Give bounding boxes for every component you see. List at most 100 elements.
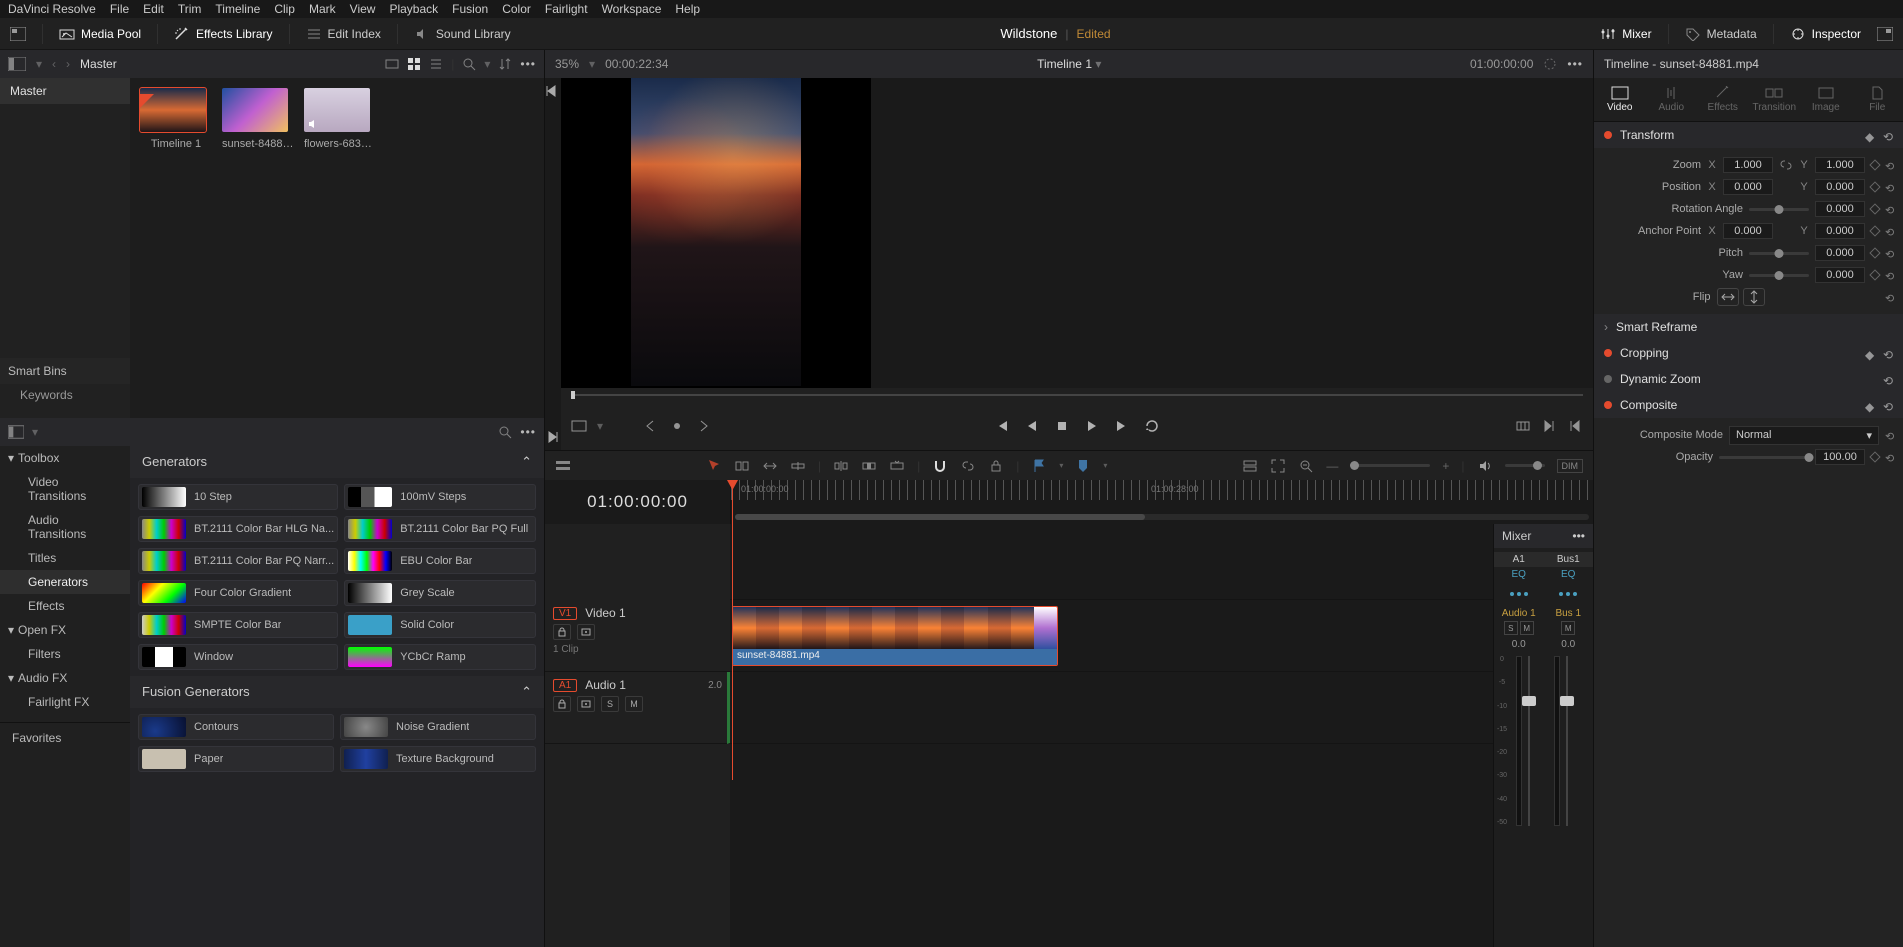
menu-item[interactable]: Help — [675, 2, 700, 16]
prev-clip-icon[interactable] — [1567, 418, 1583, 434]
mark-dot-icon[interactable] — [669, 418, 685, 434]
fx-cat-video-transitions[interactable]: Video Transitions — [0, 470, 130, 508]
fx-item[interactable]: BT.2111 Color Bar PQ Full — [344, 516, 536, 542]
mixer-button[interactable]: Mixer — [1600, 27, 1651, 41]
fx-item[interactable]: BT.2111 Color Bar PQ Narr... — [138, 548, 338, 574]
opacity-slider[interactable] — [1719, 456, 1809, 459]
fx-item[interactable]: Texture Background — [340, 746, 536, 772]
fx-item[interactable]: Contours — [138, 714, 334, 740]
tab-file[interactable]: File — [1852, 78, 1903, 121]
tab-video[interactable]: Video — [1594, 78, 1646, 121]
timeline-options-icon[interactable] — [555, 458, 571, 474]
video-lane[interactable]: sunset-84881.mp4 — [730, 600, 1493, 672]
viewer-scrubber[interactable] — [561, 388, 1593, 402]
nav-back-icon[interactable]: ‹ — [52, 57, 56, 71]
fx-cat-filters[interactable]: Filters — [0, 642, 130, 666]
panel-icon[interactable] — [8, 425, 24, 439]
fx-cat-toolbox[interactable]: ▾Toolbox — [0, 446, 130, 470]
fx-favorites[interactable]: Favorites — [0, 722, 130, 750]
selection-tool-icon[interactable] — [706, 458, 722, 474]
view-options-icon[interactable] — [1242, 458, 1258, 474]
menu-item[interactable]: Color — [502, 2, 531, 16]
trim-tool-icon[interactable] — [734, 458, 750, 474]
metadata-button[interactable]: Metadata — [1685, 27, 1757, 41]
pitch-input[interactable]: 0.000 — [1815, 245, 1865, 261]
menu-item[interactable]: File — [110, 2, 129, 16]
menu-item[interactable]: View — [350, 2, 376, 16]
dynamic-trim-icon[interactable] — [762, 458, 778, 474]
keyframe-button[interactable] — [1869, 181, 1880, 192]
yaw-slider[interactable] — [1749, 274, 1809, 277]
app-menubar[interactable]: DaVinci Resolve File Edit Trim Timeline … — [0, 0, 1903, 18]
prev-edit-icon[interactable] — [545, 84, 559, 98]
menu-item[interactable]: Workspace — [602, 2, 662, 16]
volume-icon[interactable] — [1477, 458, 1493, 474]
bypass-icon[interactable] — [1543, 57, 1557, 71]
dim-button[interactable]: DIM — [1557, 459, 1584, 473]
track-badge[interactable]: A1 — [553, 679, 577, 692]
fx-item[interactable]: Noise Gradient — [340, 714, 536, 740]
fx-cat-openfx[interactable]: ▾Open FX — [0, 618, 130, 642]
media-pool-button[interactable]: Media Pool — [59, 27, 141, 41]
search-icon[interactable] — [498, 425, 512, 439]
keyframe-button[interactable] — [1869, 159, 1880, 170]
more-icon[interactable]: ••• — [1567, 57, 1583, 71]
composite-mode-select[interactable]: Normal▾ — [1729, 426, 1879, 445]
list-view-icon[interactable] — [429, 57, 443, 71]
track-badge[interactable]: V1 — [553, 607, 577, 620]
mute-button[interactable]: M — [1520, 621, 1534, 635]
pitch-slider[interactable] — [1749, 252, 1809, 255]
track-lanes[interactable]: sunset-84881.mp4 — [730, 524, 1493, 947]
auto-select-button[interactable] — [577, 696, 595, 712]
link-icon[interactable] — [960, 458, 976, 474]
mixer-channel[interactable]: Bus1 EQ Bus 1 M 0.0 — [1544, 548, 1594, 826]
filmstrip-icon[interactable] — [385, 57, 399, 71]
bin-keywords[interactable]: Keywords — [0, 384, 130, 406]
thumb-timeline[interactable]: Timeline 1 — [140, 88, 212, 150]
fx-cat-titles[interactable]: Titles — [0, 546, 130, 570]
fx-item[interactable]: 10 Step — [138, 484, 338, 510]
mute-button[interactable]: M — [1561, 621, 1575, 635]
fader[interactable] — [1544, 656, 1594, 826]
fx-item[interactable]: Solid Color — [344, 612, 536, 638]
lock-icon[interactable] — [988, 458, 1004, 474]
fx-cat-generators[interactable]: Generators — [0, 570, 130, 594]
section-dynamic-zoom[interactable]: Dynamic Zoom⟲ — [1594, 366, 1903, 392]
viewer-title[interactable]: Timeline 1 — [1037, 57, 1092, 71]
mark-out-icon[interactable] — [695, 418, 711, 434]
insert-icon[interactable] — [833, 458, 849, 474]
auto-select-button[interactable] — [577, 624, 595, 640]
menu-item[interactable]: Fairlight — [545, 2, 588, 16]
solo-button[interactable]: S — [601, 696, 619, 712]
sound-library-button[interactable]: Sound Library — [414, 27, 511, 41]
layout-icon[interactable] — [10, 27, 26, 41]
flip-h-button[interactable] — [1717, 288, 1739, 306]
lock-track-button[interactable] — [553, 624, 571, 640]
tab-effects[interactable]: Effects — [1697, 78, 1749, 121]
zoom-full-icon[interactable] — [1298, 458, 1314, 474]
safe-area-icon[interactable] — [571, 418, 587, 434]
layout-icon[interactable] — [1877, 27, 1893, 41]
section-smart-reframe[interactable]: ›Smart Reframe — [1594, 314, 1903, 340]
position-y-input[interactable]: 0.000 — [1815, 179, 1865, 195]
edit-index-button[interactable]: Edit Index — [306, 27, 381, 41]
fx-item[interactable]: Grey Scale — [344, 580, 536, 606]
viewer[interactable] — [561, 78, 871, 388]
fx-section-header[interactable]: Generators⌃ — [130, 446, 544, 478]
match-frame-icon[interactable] — [1515, 418, 1531, 434]
section-composite[interactable]: Composite◆⟲ — [1594, 392, 1903, 418]
fx-section-header[interactable]: Fusion Generators⌃ — [130, 676, 544, 708]
timeline-ruler[interactable]: 01:00:00:00 01:00:28:00 — [730, 480, 1593, 524]
thumb-clip[interactable]: sunset-84881... — [222, 88, 294, 150]
blade-tool-icon[interactable] — [790, 458, 806, 474]
go-end-icon[interactable] — [1114, 418, 1130, 434]
more-icon[interactable]: ••• — [1572, 529, 1585, 543]
rotation-input[interactable]: 0.000 — [1815, 201, 1865, 217]
sort-icon[interactable] — [498, 57, 512, 71]
section-transform[interactable]: Transform◆⟲ — [1594, 122, 1903, 148]
yaw-input[interactable]: 0.000 — [1815, 267, 1865, 283]
zoom-scrollbar[interactable] — [735, 514, 1589, 520]
effects-library-button[interactable]: Effects Library — [174, 27, 272, 41]
mark-in-icon[interactable] — [643, 418, 659, 434]
section-cropping[interactable]: Cropping◆⟲ — [1594, 340, 1903, 366]
